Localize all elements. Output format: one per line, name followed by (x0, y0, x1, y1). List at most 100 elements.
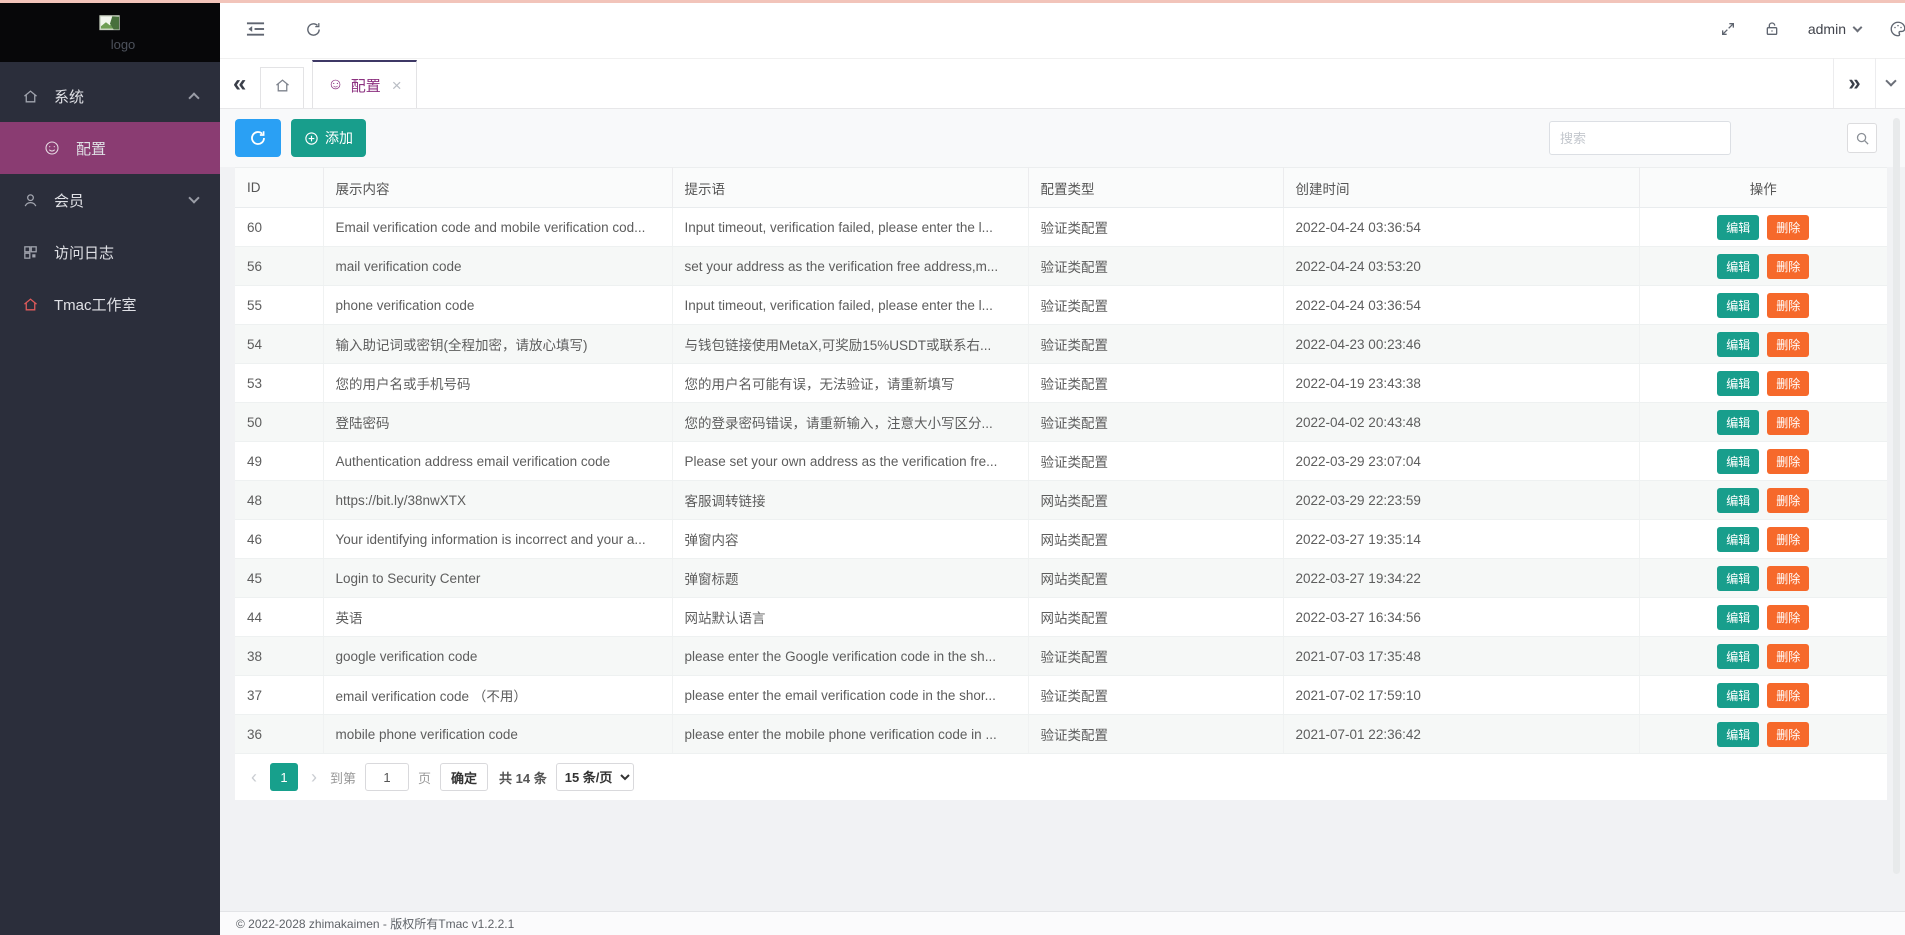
tabs-scroll-right-icon[interactable]: » (1833, 58, 1875, 108)
cell-id: 49 (235, 441, 324, 481)
cell-id: 45 (235, 558, 324, 598)
cell-actions: 编辑 删除 (1639, 363, 1887, 403)
cell-tip: please enter the mobile phone verificati… (672, 714, 1029, 754)
close-icon[interactable]: × (392, 77, 402, 94)
cell-type: 验证类配置 (1028, 324, 1284, 364)
edit-button[interactable]: 编辑 (1717, 643, 1760, 669)
cell-created: 2021-07-01 22:36:42 (1283, 714, 1640, 754)
delete-button[interactable]: 删除 (1767, 643, 1810, 669)
cell-content: phone verification code (323, 285, 673, 325)
search-button[interactable] (1847, 123, 1877, 153)
cell-type: 验证类配置 (1028, 714, 1284, 754)
delete-button[interactable]: 删除 (1767, 331, 1810, 357)
cell-actions: 编辑 删除 (1639, 714, 1887, 754)
next-page-icon[interactable]: › (307, 768, 321, 786)
edit-button[interactable]: 编辑 (1717, 409, 1760, 435)
edit-button[interactable]: 编辑 (1717, 370, 1760, 396)
delete-button[interactable]: 删除 (1767, 370, 1810, 396)
current-page-button[interactable]: 1 (270, 763, 298, 791)
delete-button[interactable]: 删除 (1767, 292, 1810, 318)
delete-button[interactable]: 删除 (1767, 409, 1810, 435)
table-row: 36 mobile phone verification code please e… (235, 714, 1887, 754)
edit-button[interactable]: 编辑 (1717, 565, 1760, 591)
edit-button[interactable]: 编辑 (1717, 253, 1760, 279)
header-right: admin (1720, 20, 1905, 38)
cell-id: 48 (235, 480, 324, 520)
goto-page-input[interactable] (365, 763, 410, 791)
table-row: 45 Login to Security Center 弹窗标题 网站类配置 2022-… (235, 558, 1887, 598)
edit-button[interactable]: 编辑 (1717, 721, 1760, 747)
cell-created: 2022-03-27 19:34:22 (1283, 558, 1640, 598)
broken-image-icon (99, 15, 121, 39)
tabs-scroll-left-icon[interactable]: « (233, 72, 246, 108)
home-icon (22, 88, 41, 105)
theme-palette-icon[interactable] (1889, 20, 1905, 38)
edit-button[interactable]: 编辑 (1717, 331, 1760, 357)
app-window: logo 系统 配置 会员 访问日志 Tmac工作室 admin « ☺ 配置 … (0, 0, 1905, 935)
delete-button[interactable]: 删除 (1767, 565, 1810, 591)
prev-page-icon[interactable]: ‹ (247, 768, 261, 786)
goto-confirm-button[interactable]: 确定 (440, 763, 489, 791)
table-row: 44 英语 网站默认语言 网站类配置 2022-03-27 16:34:56 编辑 删除 (235, 597, 1887, 637)
delete-button[interactable]: 删除 (1767, 682, 1810, 708)
delete-button[interactable]: 删除 (1767, 253, 1810, 279)
cell-tip: 网站默认语言 (672, 597, 1029, 637)
cell-id: 37 (235, 675, 324, 715)
tabbar-right: » (1833, 58, 1905, 108)
chevron-down-icon (1852, 22, 1863, 32)
tab-config[interactable]: ☺ 配置 × (312, 60, 417, 108)
cell-type: 验证类配置 (1028, 207, 1284, 247)
cell-tip: 弹窗标题 (672, 558, 1029, 598)
edit-button[interactable]: 编辑 (1717, 487, 1760, 513)
fullscreen-icon[interactable] (1720, 21, 1736, 37)
delete-button[interactable]: 删除 (1767, 604, 1810, 630)
refresh-page-icon[interactable] (305, 21, 322, 38)
table-row: 50 登陆密码 您的登录密码错误，请重新输入，注意大小写区分... 验证类配置 2022… (235, 402, 1887, 442)
cell-content: mobile phone verification code (323, 714, 673, 754)
cell-type: 验证类配置 (1028, 402, 1284, 442)
user-menu[interactable]: admin (1808, 21, 1863, 37)
cell-id: 46 (235, 519, 324, 559)
sidebar-item-label: 系统 (54, 88, 85, 106)
delete-button[interactable]: 删除 (1767, 721, 1810, 747)
edit-button[interactable]: 编辑 (1717, 604, 1760, 630)
footer: © 2022-2028 zhimakaimen - 版权所有Tmac v1.2.… (220, 911, 1905, 935)
cell-actions: 编辑 删除 (1639, 324, 1887, 364)
cell-content: google verification code (323, 636, 673, 676)
refresh-table-button[interactable] (235, 119, 281, 157)
sidebar-item-config[interactable]: 配置 (0, 122, 220, 174)
edit-button[interactable]: 编辑 (1717, 448, 1760, 474)
edit-button[interactable]: 编辑 (1717, 292, 1760, 318)
table-row: 49 Authentication address email verificat… (235, 441, 1887, 481)
cell-actions: 编辑 删除 (1639, 207, 1887, 247)
search-input[interactable] (1549, 121, 1731, 155)
delete-button[interactable]: 删除 (1767, 526, 1810, 552)
cell-tip: 您的用户名可能有误，无法验证，请重新填写 (672, 363, 1029, 403)
edit-button[interactable]: 编辑 (1717, 682, 1760, 708)
tabs-menu-icon[interactable] (1875, 58, 1905, 108)
sidebar-item-members[interactable]: 会员 (0, 174, 220, 226)
sidebar-item-label: 配置 (76, 140, 107, 158)
table-header-row: ID 展示内容 提示语 配置类型 创建时间 操作 (235, 167, 1887, 208)
delete-button[interactable]: 删除 (1767, 448, 1810, 474)
table-row: 60 Email verification code and mobile ver… (235, 207, 1887, 247)
page-size-select[interactable]: 15 条/页 (555, 763, 634, 791)
sidebar-item-access-log[interactable]: 访问日志 (0, 226, 220, 278)
cell-created: 2022-04-23 00:23:46 (1283, 324, 1640, 364)
cell-actions: 编辑 删除 (1639, 519, 1887, 559)
collapse-sidebar-icon[interactable] (246, 21, 265, 37)
edit-button[interactable]: 编辑 (1717, 526, 1760, 552)
column-header: 操作 (1639, 167, 1887, 208)
sidebar-item-tmac-studio[interactable]: Tmac工作室 (0, 278, 220, 330)
cell-tip: 与钱包链接使用MetaX,可奖励15%USDT或联系右... (672, 324, 1029, 364)
sidebar-item-system[interactable]: 系统 (0, 70, 220, 122)
edit-button[interactable]: 编辑 (1717, 214, 1760, 240)
column-header: 提示语 (672, 167, 1029, 208)
tab-home[interactable] (260, 67, 305, 108)
delete-button[interactable]: 删除 (1767, 487, 1810, 513)
vertical-scrollbar[interactable] (1893, 118, 1900, 874)
lock-icon[interactable] (1764, 21, 1780, 37)
delete-button[interactable]: 删除 (1767, 214, 1810, 240)
add-button[interactable]: 添加 (291, 119, 366, 157)
cell-created: 2022-04-24 03:36:54 (1283, 207, 1640, 247)
